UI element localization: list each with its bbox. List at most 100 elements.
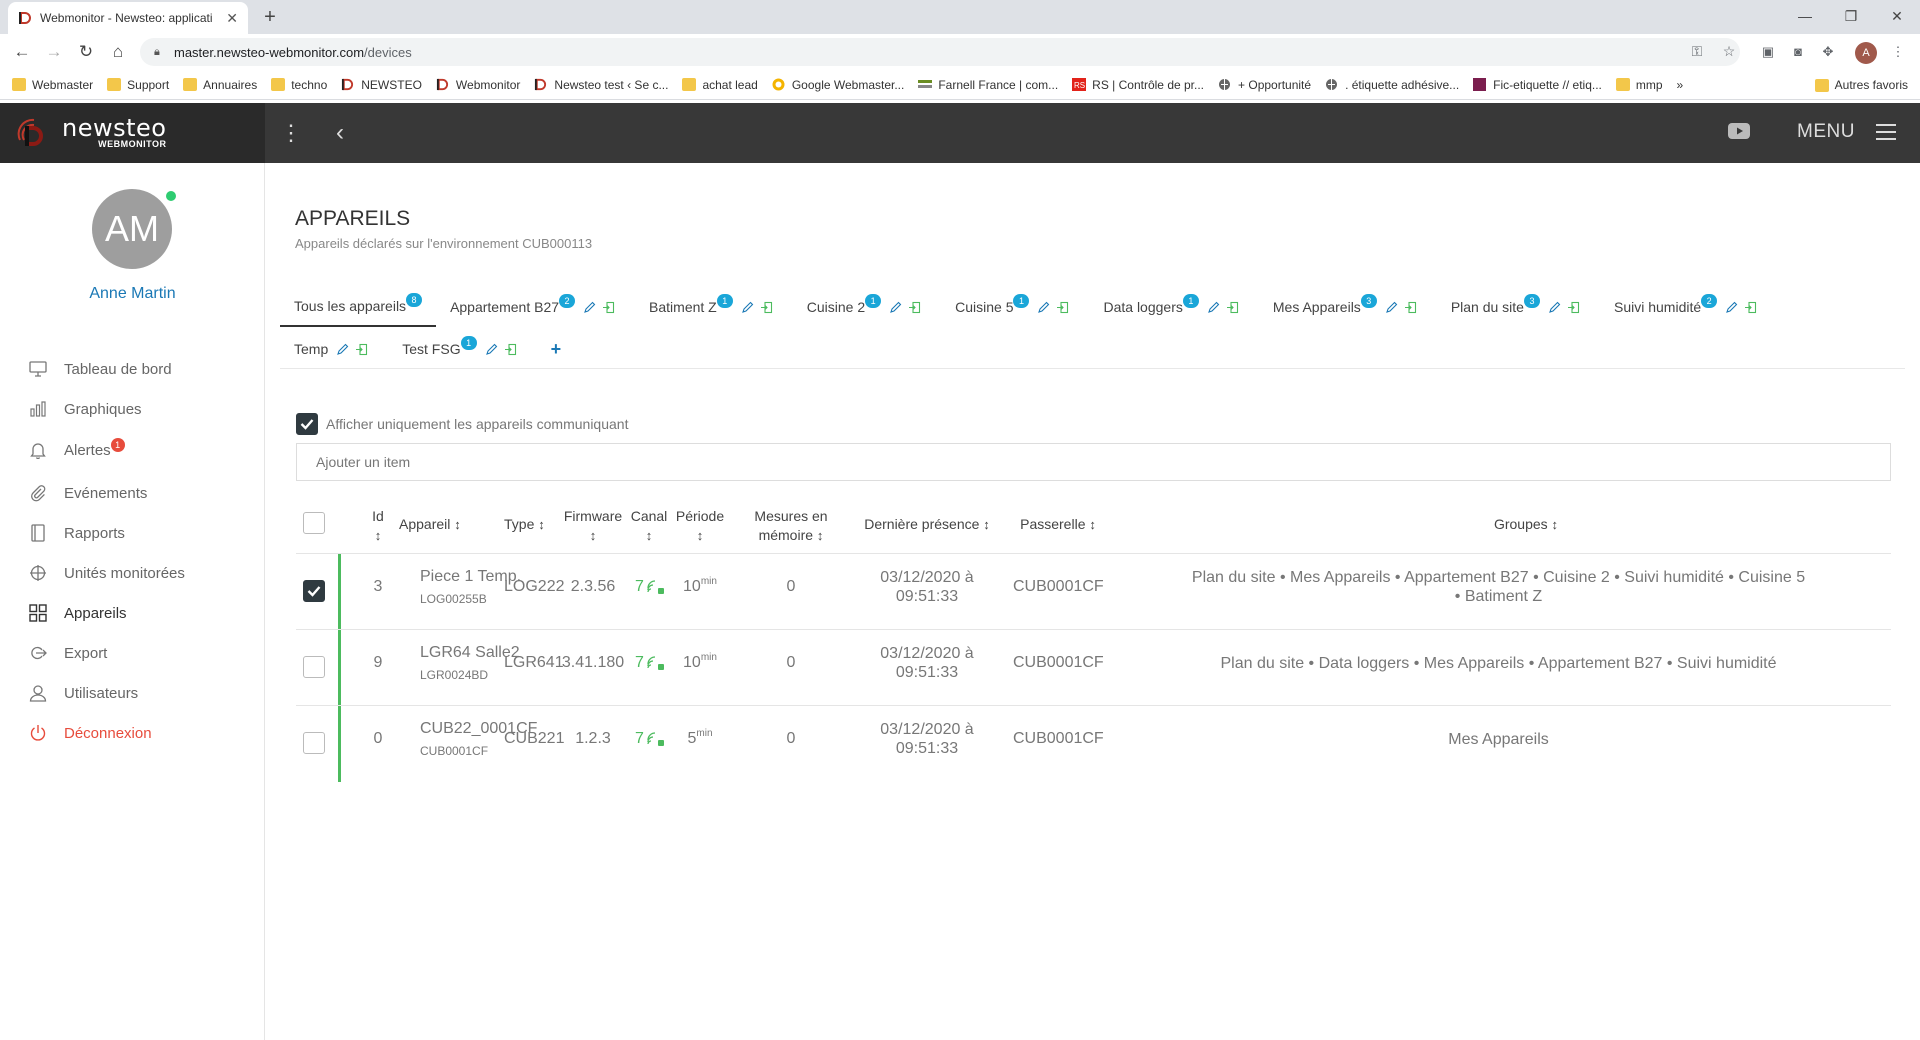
back-icon[interactable]: ← [10, 40, 34, 64]
tab-group[interactable]: Suivi humidité 2 [1600, 287, 1777, 327]
open-group-icon[interactable] [355, 343, 368, 356]
open-group-icon[interactable] [1056, 301, 1069, 314]
other-bookmarks[interactable]: Autres favoris [1814, 70, 1908, 99]
header-firmware[interactable]: Firmware ↕ [560, 507, 626, 545]
edit-pencil-icon[interactable] [583, 301, 596, 314]
star-icon[interactable]: ☆ [1718, 40, 1740, 62]
sidebar-item-paperclip[interactable]: Evénements [28, 481, 248, 505]
add-item-input[interactable]: Ajouter un item [296, 443, 1891, 481]
edit-pencil-icon[interactable] [1037, 301, 1050, 314]
video-icon[interactable] [1728, 123, 1750, 139]
address-bar[interactable]: 🔒︎ master.newsteo-webmonitor.com/devices [140, 38, 1740, 66]
filter-checkbox[interactable] [296, 413, 318, 435]
tab-group[interactable]: Appartement B27 2 [436, 287, 635, 327]
header-last-seen[interactable]: Dernière présence ↕ [852, 515, 1002, 534]
edit-pencil-icon[interactable] [1207, 301, 1220, 314]
browser-tab[interactable]: Webmonitor - Newsteo: applicati ✕ [8, 2, 248, 34]
tab-group[interactable]: Data loggers 1 [1089, 287, 1258, 327]
open-group-icon[interactable] [760, 301, 773, 314]
tab-close-icon[interactable]: ✕ [226, 10, 238, 27]
bookmark-item[interactable]: Support [107, 78, 169, 92]
bookmark-item[interactable]: NEWSTEO [341, 78, 422, 92]
bookmark-item[interactable]: . étiquette adhésive... [1325, 78, 1459, 92]
window-close-icon[interactable]: ✕ [1882, 5, 1912, 27]
bookmark-item[interactable]: Webmonitor [436, 78, 520, 92]
open-group-icon[interactable] [1744, 301, 1757, 314]
bookmark-item[interactable]: Farnell France | com... [918, 78, 1058, 92]
sort-icon[interactable]: ↕ [629, 526, 669, 545]
open-group-icon[interactable] [908, 301, 921, 314]
row-checkbox[interactable] [303, 732, 325, 754]
menu-label[interactable]: MENU [1797, 121, 1855, 143]
restore-icon[interactable]: ❐ [1836, 5, 1866, 27]
bookmark-item[interactable]: + Opportunité [1218, 78, 1311, 92]
header-channel[interactable]: Canal ↕ [629, 507, 669, 545]
edit-pencil-icon[interactable] [741, 301, 754, 314]
sort-icon[interactable]: ↕ [672, 526, 728, 545]
tab-group[interactable]: Test FSG 1 [388, 329, 536, 369]
sidebar-item-bell[interactable]: Alertes 1 [28, 438, 248, 462]
sidebar-item-power[interactable]: Déconnexion [28, 721, 248, 745]
sidebar-item-bar-chart[interactable]: Graphiques [28, 397, 248, 421]
tab-group[interactable]: Cuisine 21 [793, 287, 941, 327]
sort-icon[interactable]: ↕ [454, 517, 461, 532]
forward-icon[interactable]: → [42, 40, 66, 64]
bookmark-item[interactable]: Annuaires [183, 78, 257, 92]
sort-icon[interactable]: ↕ [1552, 517, 1559, 532]
header-period[interactable]: Période ↕ [672, 507, 728, 545]
header-id[interactable]: Id ↕ [368, 507, 388, 545]
sort-icon[interactable]: ↕ [983, 517, 990, 532]
tab-group[interactable]: Plan du site 3 [1437, 287, 1600, 327]
edit-pencil-icon[interactable] [1725, 301, 1738, 314]
sort-icon[interactable]: ↕ [1089, 517, 1096, 532]
bookmark-item[interactable]: achat lead [682, 78, 758, 92]
profile-avatar[interactable]: A [1855, 42, 1877, 64]
sidebar-item-user[interactable]: Utilisateurs [28, 681, 248, 705]
minimize-icon[interactable]: — [1790, 5, 1820, 27]
tab-group[interactable]: Mes Appareils 3 [1259, 287, 1437, 327]
home-icon[interactable]: ⌂ [106, 40, 130, 64]
tab-group[interactable]: Tous les appareils 8 [280, 287, 437, 327]
table-row[interactable]: 0 CUB22_0001CF CUB0001CF CUB221 1.2.3 7 … [296, 705, 1891, 782]
bookmark-item[interactable]: Newsteo test ‹ Se c... [534, 78, 668, 92]
tab-group[interactable]: Cuisine 51 [941, 287, 1089, 327]
sidebar-item-monitor[interactable]: Tableau de bord [28, 357, 248, 381]
add-group-button[interactable]: + [537, 329, 576, 369]
bookmark-item[interactable]: mmp [1615, 78, 1663, 92]
header-gateway[interactable]: Passerelle ↕ [1013, 515, 1103, 534]
avatar[interactable]: AM [92, 189, 172, 269]
reload-icon[interactable]: ↻ [74, 40, 98, 64]
header-type[interactable]: Type ↕ [504, 515, 545, 534]
sidebar-item-crosshair[interactable]: Unités monitorées [28, 561, 248, 585]
new-tab-button[interactable]: + [258, 5, 282, 29]
edit-pencil-icon[interactable] [485, 343, 498, 356]
edit-pencil-icon[interactable] [1548, 301, 1561, 314]
sort-icon[interactable]: ↕ [538, 517, 545, 532]
header-device[interactable]: Appareil ↕ [399, 515, 461, 534]
browser-menu-icon[interactable]: ⋮ [1888, 42, 1908, 62]
row-checkbox[interactable] [303, 656, 325, 678]
header-memory[interactable]: Mesures en mémoire ↕ [741, 507, 841, 545]
bookmark-item[interactable]: Fic-etiquette // etiq... [1473, 78, 1602, 92]
collapse-sidebar-icon[interactable]: ‹ [330, 118, 350, 148]
tab-group[interactable]: Temp [280, 329, 388, 369]
table-row[interactable]: 9 LGR64 Salle2 LGR0024BD LGR641 3.41.180… [296, 629, 1891, 706]
user-name[interactable]: Anne Martin [0, 285, 265, 303]
bookmark-item[interactable]: RS RS | Contrôle de pr... [1072, 78, 1204, 92]
row-checkbox[interactable] [303, 580, 325, 602]
kebab-menu-icon[interactable]: ⋮ [280, 118, 302, 148]
header-groups[interactable]: Groupes ↕ [1246, 515, 1806, 534]
open-group-icon[interactable] [504, 343, 517, 356]
bookmark-item[interactable]: techno [271, 78, 327, 92]
sort-icon[interactable]: ↕ [368, 526, 388, 545]
open-group-icon[interactable] [1226, 301, 1239, 314]
hamburger-icon[interactable] [1876, 123, 1896, 141]
puzzle-icon[interactable]: ✥ [1818, 42, 1838, 62]
pocket-icon[interactable]: ◙ [1788, 42, 1808, 62]
sort-icon[interactable]: ↕ [560, 526, 626, 545]
bookmark-item[interactable]: Google Webmaster... [772, 78, 904, 92]
select-all-checkbox[interactable] [303, 512, 325, 534]
key-icon[interactable]: ⚿ [1686, 40, 1708, 62]
extension-1-icon[interactable]: ▣ [1758, 42, 1778, 62]
sidebar-item-grid[interactable]: Appareils [28, 601, 248, 625]
